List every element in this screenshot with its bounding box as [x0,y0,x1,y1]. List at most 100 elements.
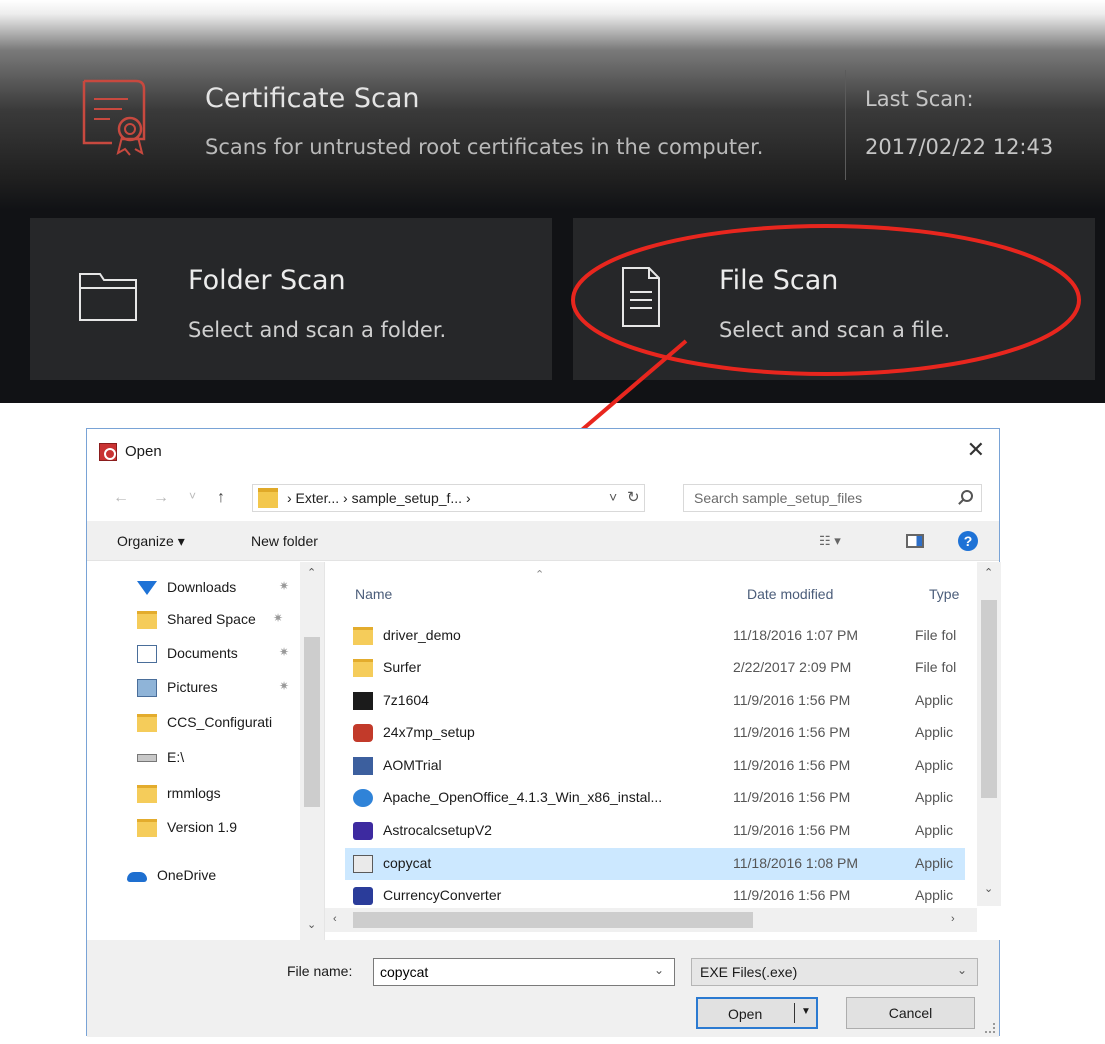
forward-arrow-icon[interactable]: → [153,489,169,507]
file-type-select[interactable]: EXE Files(.exe) ⌄ [691,958,978,986]
file-name: 24x7mp_setup [383,724,475,740]
scroll-down-icon[interactable]: ⌄ [307,918,316,931]
file-icon [622,267,660,327]
drive-icon [137,754,157,762]
resize-grip-icon[interactable] [985,1023,995,1033]
nav-item-label: OneDrive [157,867,217,883]
app-icon [353,855,373,873]
chevron-down-icon[interactable]: ⌄ [957,963,967,977]
file-name: Apache_OpenOffice_4.1.3_Win_x86_instal..… [383,789,663,805]
file-name: driver_demo [383,627,461,643]
nav-item-label: CCS_Configurati [167,714,273,730]
file-row-driver-demo[interactable]: driver_demo 11/18/2016 1:07 PM File fol [345,620,965,652]
dialog-toolbar: Organize ▾ New folder ☷ ▾ ? [87,521,999,561]
pin-icon[interactable]: ✷ [279,645,289,659]
file-list-horizontal-scrollbar[interactable]: ‹ › [325,908,977,932]
file-type: Applic [915,789,954,805]
file-row-24x7mp-setup[interactable]: 24x7mp_setup 11/9/2016 1:56 PM Applic [345,717,965,749]
file-row-aomtrial[interactable]: AOMTrial 11/9/2016 1:56 PM Applic [345,750,965,782]
file-scan-title: File Scan [719,265,839,296]
file-row-7z1604[interactable]: 7z1604 11/9/2016 1:56 PM Applic [345,685,965,717]
file-date: 2/22/2017 2:09 PM [733,659,852,675]
column-header-type[interactable]: Type [929,586,959,602]
close-icon[interactable]: ✕ [967,437,985,463]
chevron-down-icon[interactable]: ˅ [609,489,617,505]
file-type-value: EXE Files(.exe) [700,964,798,980]
pin-icon[interactable]: ✷ [273,611,283,625]
pin-icon[interactable]: ✷ [279,579,289,593]
folder-icon [137,819,157,837]
dialog-footer: File name: ⌄ EXE Files(.exe) ⌄ Open ▼ Ca… [87,940,999,1037]
nav-pane-scrollbar[interactable]: ⌃ ⌄ [300,562,324,940]
organize-button[interactable]: Organize ▾ [117,533,185,550]
dropdown-arrow-icon[interactable]: ▼ [801,1006,811,1017]
scroll-left-icon[interactable]: ‹ [333,913,337,925]
back-arrow-icon[interactable]: ← [113,489,129,507]
scroll-down-icon[interactable]: ⌄ [984,882,993,895]
currency-icon [353,887,373,905]
file-date: 11/18/2016 1:07 PM [733,627,859,643]
file-name: 7z1604 [383,692,429,708]
open-button[interactable]: Open ▼ [696,997,818,1029]
chevron-down-icon[interactable]: ⌄ [654,963,664,977]
refresh-icon[interactable]: ↻ [627,488,640,506]
pin-icon[interactable]: ✷ [279,679,289,693]
preview-pane-icon[interactable] [906,534,924,548]
scrollbar-thumb[interactable] [981,600,997,798]
file-scan-tile[interactable]: File Scan Select and scan a file. [573,218,1095,380]
scrollbar-thumb[interactable] [353,912,753,928]
certificate-icon [82,79,146,156]
folder-icon [137,714,157,732]
file-row-copycat[interactable]: copycat 11/18/2016 1:08 PM Applic [345,848,965,880]
file-type: File fol [915,627,957,643]
certificate-scan-title: Certificate Scan [205,83,420,114]
nav-item-label: Shared Space [167,611,256,627]
new-folder-button[interactable]: New folder [251,533,318,549]
search-box[interactable] [683,484,982,512]
folder-icon [137,611,157,629]
column-header-date[interactable]: Date modified [747,586,833,602]
7zip-icon [353,692,373,710]
installer-icon [353,822,373,840]
address-bar[interactable]: › Exter... › sample_setup_f... › ˅ ↻ [252,484,645,512]
file-name-combobox[interactable]: ⌄ [373,958,675,986]
cancel-button[interactable]: Cancel [846,997,975,1029]
column-header-name[interactable]: Name [355,586,392,602]
certificate-scan-row[interactable]: Certificate Scan Scans for untrusted roo… [30,55,1105,195]
file-name-input[interactable] [374,959,644,985]
change-view-icon[interactable]: ☷ ▾ [819,533,841,549]
scroll-up-icon[interactable]: ⌃ [307,566,316,579]
help-icon[interactable]: ? [958,531,978,551]
last-scan-label: Last Scan: [865,87,974,111]
file-type: Applic [915,757,954,773]
file-date: 11/9/2016 1:56 PM [733,822,851,838]
documents-icon [137,645,157,663]
scroll-up-icon[interactable]: ⌃ [984,566,993,579]
nav-item-label: Version 1.9 [167,819,238,835]
address-path[interactable]: › Exter... › sample_setup_f... › [287,490,471,506]
file-row-apache-openoffice[interactable]: Apache_OpenOffice_4.1.3_Win_x86_instal..… [345,782,965,814]
file-date: 11/9/2016 1:56 PM [733,887,851,903]
file-name: Surfer [383,659,422,675]
file-name: AOMTrial [383,757,442,773]
nav-item-label: rmmlogs [167,785,221,801]
divider [794,1003,795,1023]
up-arrow-icon[interactable]: ↑ [217,489,225,507]
recent-locations-chevron-icon[interactable]: ˅ [189,489,196,503]
file-type: Applic [915,855,954,871]
file-date: 11/9/2016 1:56 PM [733,724,851,740]
search-input[interactable] [684,485,944,511]
folder-scan-tile[interactable]: Folder Scan Select and scan a folder. [30,218,552,380]
scroll-right-icon[interactable]: › [951,913,955,925]
folder-icon [137,785,157,803]
file-list-vertical-scrollbar[interactable]: ⌃ ⌄ [977,562,1001,906]
file-row-surfer[interactable]: Surfer 2/22/2017 2:09 PM File fol [345,652,965,684]
onedrive-icon [127,872,147,882]
search-icon[interactable] [961,490,973,502]
nav-item-label: Pictures [167,679,218,695]
nav-item-label: Downloads [167,579,237,595]
scrollbar-thumb[interactable] [304,637,320,807]
divider [845,70,846,180]
file-scan-description: Select and scan a file. [719,318,951,342]
file-row-astrocalcsetupv2[interactable]: AstrocalcsetupV2 11/9/2016 1:56 PM Appli… [345,815,965,847]
